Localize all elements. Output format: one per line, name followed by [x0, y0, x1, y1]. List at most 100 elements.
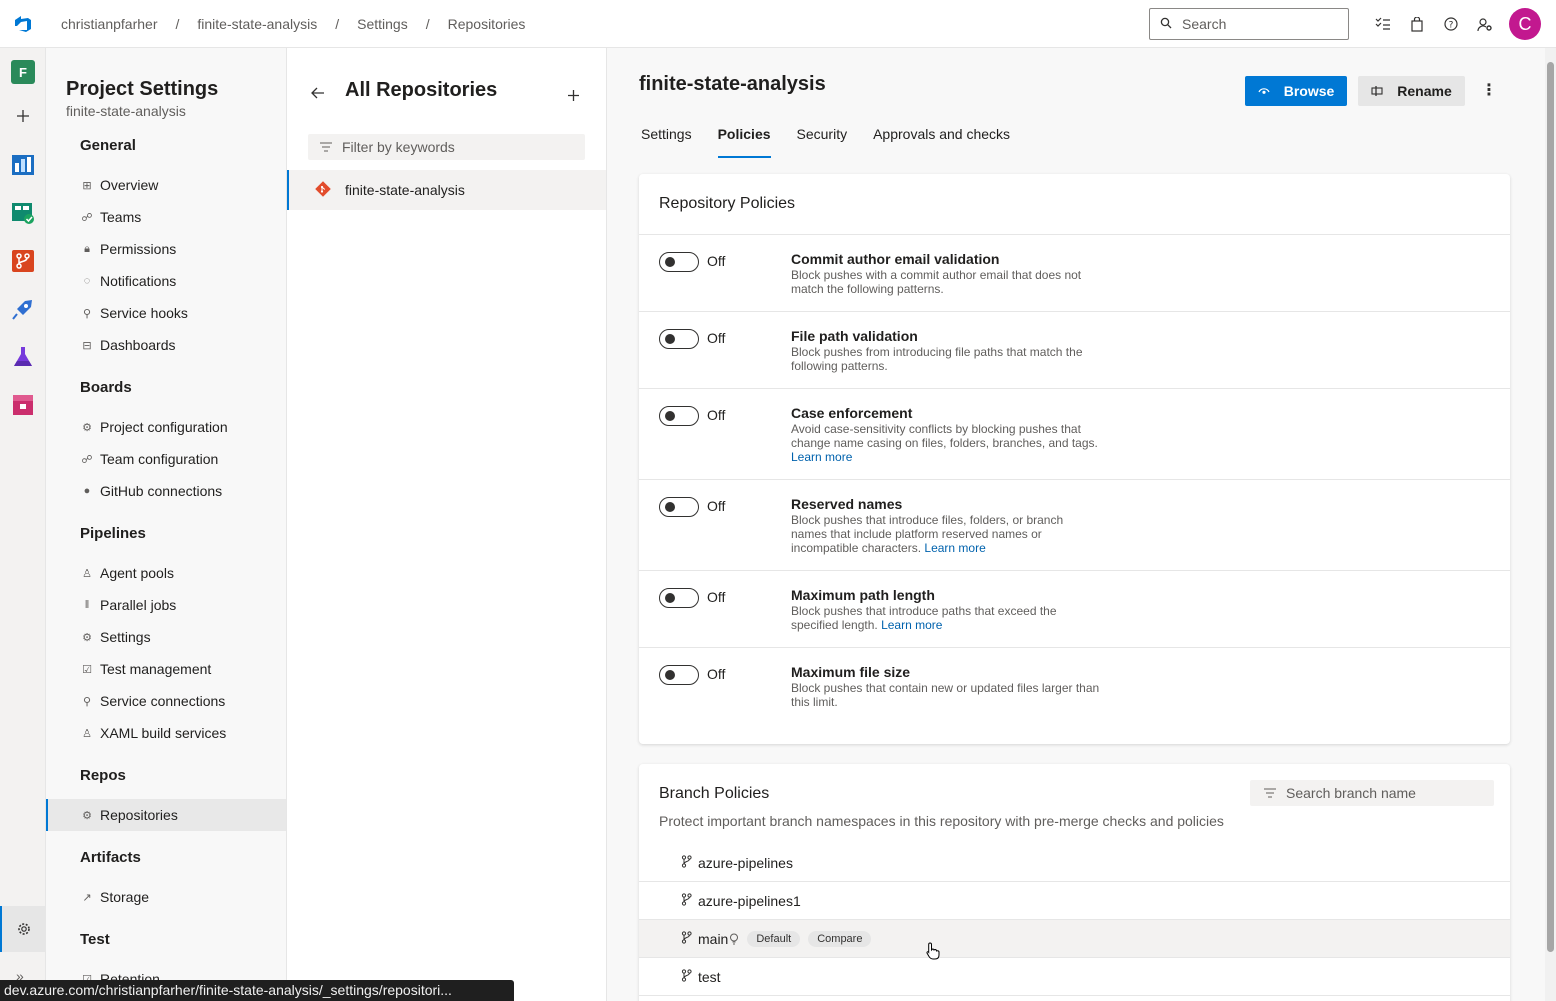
help-icon[interactable]: ?: [1434, 8, 1468, 40]
page-title: finite-state-analysis: [639, 73, 826, 95]
branch-policies-description: Protect important branch namespaces in t…: [659, 813, 1224, 829]
marketplace-bag-icon[interactable]: [1400, 8, 1434, 40]
policy-description-text: Block pushes from introducing file paths…: [791, 345, 1083, 373]
repos-icon[interactable]: [9, 247, 37, 275]
policy-toggle[interactable]: [659, 665, 699, 685]
filter-input[interactable]: Filter by keywords: [308, 134, 585, 160]
overview-icon[interactable]: [9, 151, 37, 179]
learn-more-link[interactable]: Learn more: [924, 541, 985, 555]
filter-placeholder: Filter by keywords: [342, 139, 455, 155]
policy-row: Off Case enforcement Avoid case-sensitiv…: [639, 388, 1510, 479]
policy-description: Block pushes that introduce files, folde…: [791, 513, 1076, 555]
pipelines-icon[interactable]: [9, 295, 37, 323]
nav-item-pipeline-settings[interactable]: ⚙ Settings: [46, 621, 286, 653]
nav-item-agent-pools[interactable]: ♙ Agent pools: [46, 557, 286, 589]
branch-row[interactable]: test: [639, 958, 1510, 996]
nav-item-teams[interactable]: ☍ Teams: [46, 201, 286, 233]
nav-item-team-configuration[interactable]: ☍ Team configuration: [46, 443, 286, 475]
nav-item-test-management[interactable]: ☑ Test management: [46, 653, 286, 685]
work-items-icon[interactable]: [1366, 8, 1400, 40]
left-rail: F »: [0, 48, 46, 1001]
add-repository-icon[interactable]: [567, 85, 580, 108]
test-plans-icon[interactable]: [9, 343, 37, 371]
nav-item-parallel-jobs[interactable]: ‖ Parallel jobs: [46, 589, 286, 621]
breadcrumb-project[interactable]: finite-state-analysis: [193, 16, 321, 32]
avatar[interactable]: C: [1509, 8, 1541, 40]
browse-button[interactable]: Browse: [1245, 76, 1347, 106]
nav-item-storage[interactable]: ↗ Storage: [46, 881, 286, 913]
filter-icon: [320, 139, 332, 155]
page-scrollbar[interactable]: [1545, 48, 1556, 1001]
nav-item-permissions[interactable]: 🔒︎ Permissions: [46, 233, 286, 265]
nav-item-repositories[interactable]: ⚙ Repositories: [46, 799, 286, 831]
tab-security[interactable]: Security: [797, 125, 848, 158]
breadcrumb-repositories[interactable]: Repositories: [444, 16, 530, 32]
test-management-icon: ☑: [82, 663, 92, 676]
nav-item-label: Overview: [100, 177, 159, 193]
project-badge[interactable]: F: [11, 60, 35, 84]
tab-approvals-and-checks[interactable]: Approvals and checks: [873, 125, 1010, 158]
nav-item-notifications[interactable]: ◌ Notifications: [46, 265, 286, 297]
tab-settings[interactable]: Settings: [641, 125, 692, 158]
nav-item-service-hooks[interactable]: ⚲ Service hooks: [46, 297, 286, 329]
tab-policies[interactable]: Policies: [717, 125, 771, 158]
policy-description-text: Block pushes that contain new or updated…: [791, 681, 1100, 709]
breadcrumb-org[interactable]: christianpfarher: [57, 16, 162, 32]
new-item-plus-icon[interactable]: [9, 102, 37, 130]
nav-item-xaml-build-services[interactable]: ♙ XAML build services: [46, 717, 286, 749]
policy-row: Off Reserved names Block pushes that int…: [639, 479, 1510, 570]
branch-row[interactable]: main Default Compare: [639, 920, 1510, 958]
nav-item-label: Settings: [100, 629, 151, 645]
settings-title: Project Settings: [66, 78, 219, 100]
compare-badge[interactable]: Compare: [808, 930, 872, 947]
policy-toggle[interactable]: [659, 252, 699, 272]
policy-row: Off Maximum path length Block pushes tha…: [639, 570, 1510, 647]
nav-item-github-connections[interactable]: ● GitHub connections: [46, 475, 286, 507]
nav-item-service-connections[interactable]: ⚲ Service connections: [46, 685, 286, 717]
agent-pool-icon: ♙: [82, 567, 92, 580]
settings-nav: Project Settings finite-state-analysis G…: [46, 48, 287, 1001]
policy-toggle[interactable]: [659, 406, 699, 426]
browse-label: Browse: [1283, 83, 1335, 99]
policy-description-text: Avoid case-sensitivity conflicts by bloc…: [791, 422, 1098, 450]
nav-group-general: General: [80, 137, 136, 154]
top-bar: christianpfarher / finite-state-analysis…: [0, 0, 1556, 48]
build-icon: ♙: [82, 727, 92, 740]
repository-list-item[interactable]: finite-state-analysis: [287, 170, 606, 210]
artifacts-icon[interactable]: [9, 391, 37, 419]
nav-group-boards: Boards: [80, 379, 132, 396]
nav-item-overview[interactable]: ⊞ Overview: [46, 169, 286, 201]
back-arrow-icon[interactable]: [311, 86, 325, 104]
policy-toggle[interactable]: [659, 588, 699, 608]
more-options-icon[interactable]: ⋮: [1481, 80, 1497, 100]
learn-more-link[interactable]: Learn more: [791, 450, 852, 464]
rename-button[interactable]: Rename: [1358, 76, 1465, 106]
nav-group-artifacts: Artifacts: [80, 849, 141, 866]
github-icon: ●: [83, 485, 91, 497]
plug-icon: ⚲: [82, 695, 92, 708]
search-input[interactable]: Search: [1149, 8, 1349, 40]
breadcrumb-separator: /: [335, 15, 340, 32]
branch-search-input[interactable]: Search branch name: [1250, 780, 1494, 806]
boards-icon[interactable]: [9, 199, 37, 227]
user-settings-icon[interactable]: [1468, 8, 1502, 40]
policy-toggle[interactable]: [659, 329, 699, 349]
branch-row[interactable]: azure-pipelines1: [639, 882, 1510, 920]
nav-item-label: Project configuration: [100, 419, 228, 435]
azure-devops-logo-icon[interactable]: [0, 0, 46, 48]
breadcrumb-settings[interactable]: Settings: [353, 16, 412, 32]
nav-item-project-configuration[interactable]: ⚙ Project configuration: [46, 411, 286, 443]
scrollbar-thumb[interactable]: [1547, 62, 1554, 952]
learn-more-link[interactable]: Learn more: [881, 618, 942, 632]
toggle-state-label: Off: [707, 253, 726, 269]
policy-toggle[interactable]: [659, 497, 699, 517]
project-settings-icon[interactable]: [0, 906, 46, 952]
default-badge: Default: [747, 930, 801, 947]
nav-item-label: Team configuration: [100, 451, 219, 467]
branch-row[interactable]: azure-pipelines: [639, 844, 1510, 882]
eye-icon: [1258, 86, 1270, 96]
repository-policies-card: Repository Policies Off Commit author em…: [639, 174, 1510, 744]
branch-name: test: [698, 968, 721, 985]
nav-item-dashboards[interactable]: ⊟ Dashboards: [46, 329, 286, 361]
policy-description: Block pushes from introducing file paths…: [791, 345, 1106, 373]
